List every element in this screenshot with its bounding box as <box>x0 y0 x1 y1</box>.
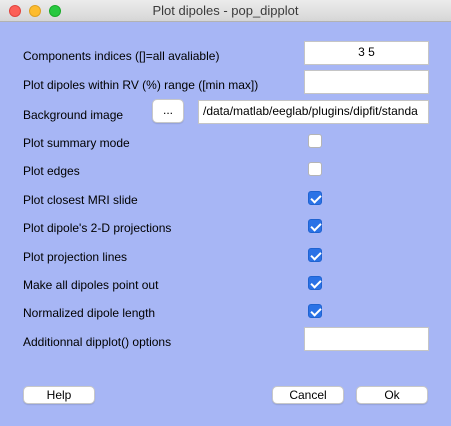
rv-range-label: Plot dipoles within RV (%) range ([min m… <box>23 78 259 92</box>
background-image-input[interactable]: /data/matlab/eeglab/plugins/dipfit/stand… <box>198 100 429 124</box>
dialog-body: Components indices ([]=all avaliable) 3 … <box>0 22 451 426</box>
projection-lines-checkbox[interactable] <box>308 248 322 262</box>
help-button[interactable]: Help <box>23 386 95 404</box>
components-label: Components indices ([]=all avaliable) <box>23 49 220 63</box>
projections-2d-checkbox[interactable] <box>308 219 322 233</box>
closest-mri-checkbox[interactable] <box>308 191 322 205</box>
title-bar: Plot dipoles - pop_dipplot <box>0 0 451 22</box>
options-label: Additionnal dipplot() options <box>23 335 172 349</box>
components-input[interactable]: 3 5 <box>304 41 429 65</box>
options-input[interactable] <box>304 327 429 351</box>
plot-edges-checkbox[interactable] <box>308 162 322 176</box>
checkbox-label: Make all dipoles point out <box>23 278 159 292</box>
background-image-label: Background image <box>23 108 124 122</box>
checkbox-label: Plot closest MRI slide <box>23 193 138 207</box>
cancel-button[interactable]: Cancel <box>272 386 344 404</box>
window-title: Plot dipoles - pop_dipplot <box>152 3 299 18</box>
normalized-length-checkbox[interactable] <box>308 304 322 318</box>
rv-range-input[interactable] <box>304 70 429 94</box>
point-out-checkbox[interactable] <box>308 276 322 290</box>
checkbox-label: Plot projection lines <box>23 250 128 264</box>
checkbox-label: Plot dipole's 2-D projections <box>23 221 172 235</box>
summary-mode-checkbox[interactable] <box>308 134 322 148</box>
browse-button[interactable]: ... <box>152 99 184 123</box>
checkbox-label: Plot summary mode <box>23 136 130 150</box>
checkbox-label: Normalized dipole length <box>23 306 156 320</box>
checkbox-label: Plot edges <box>23 164 80 178</box>
ok-button[interactable]: Ok <box>356 386 428 404</box>
